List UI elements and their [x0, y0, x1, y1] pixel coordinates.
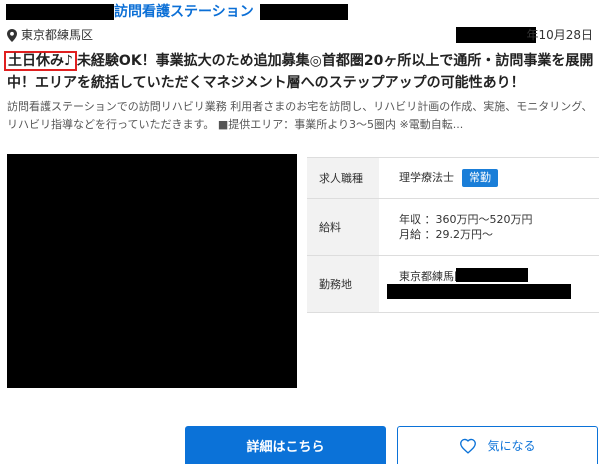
salary-row: 給料 年収 ：360万円～520万円 月給 ：29.2万円～ — [307, 198, 599, 256]
job-description: 訪問看護ステーションでの訪問リハビリ業務 利用者さまのお宅を訪問し、リハビリ計画… — [7, 100, 593, 131]
salary-monthly: 月給 ：29.2万円～ — [399, 228, 493, 241]
job-type-cell: 理学療法士 常勤 — [379, 158, 599, 199]
job-type-row: 求人職種 理学療法士 常勤 — [307, 157, 599, 199]
job-photo — [7, 154, 297, 388]
favorite-label: 気になる — [487, 439, 536, 453]
redacted-title-suffix — [260, 4, 348, 20]
salary-label: 給料 — [307, 198, 379, 256]
workplace-label: 勤務地 — [307, 255, 379, 313]
headline-text: 未経験OK！事業拡大のため追加募集◎首都圏20ヶ所以上で通所・訪問事業を展開中！… — [7, 53, 594, 91]
redacted-workplace-address-1 — [456, 268, 528, 282]
redacted-year — [456, 27, 536, 43]
favorite-button[interactable]: 気になる — [397, 426, 598, 464]
posting-date: 年10月28日 — [526, 28, 593, 42]
redacted-workplace-address-2 — [387, 284, 571, 299]
redacted-title-prefix — [6, 4, 114, 20]
location-text: 東京都練馬区 — [21, 28, 94, 42]
employment-badge: 常勤 — [462, 169, 498, 187]
salary-cell: 年収 ：360万円～520万円 月給 ：29.2万円～ — [379, 199, 599, 256]
location-line: 東京都練馬区 — [7, 27, 93, 43]
job-type-label: 求人職種 — [307, 157, 379, 199]
salary-annual: 年収 ：360万円～520万円 — [399, 213, 533, 226]
listing-title-link[interactable]: 訪問看護ステーション — [114, 3, 254, 21]
map-pin-icon — [7, 28, 17, 42]
job-headline: 土日休み♪ 未経験OK！事業拡大のため追加募集◎首都圏20ヶ所以上で通所・訪問事業… — [4, 50, 597, 94]
detail-button[interactable]: 詳細はこちら — [185, 426, 386, 464]
holiday-tag: 土日休み♪ — [4, 51, 77, 71]
job-type-value: 理学療法士 — [399, 171, 454, 184]
heart-icon — [460, 438, 477, 454]
